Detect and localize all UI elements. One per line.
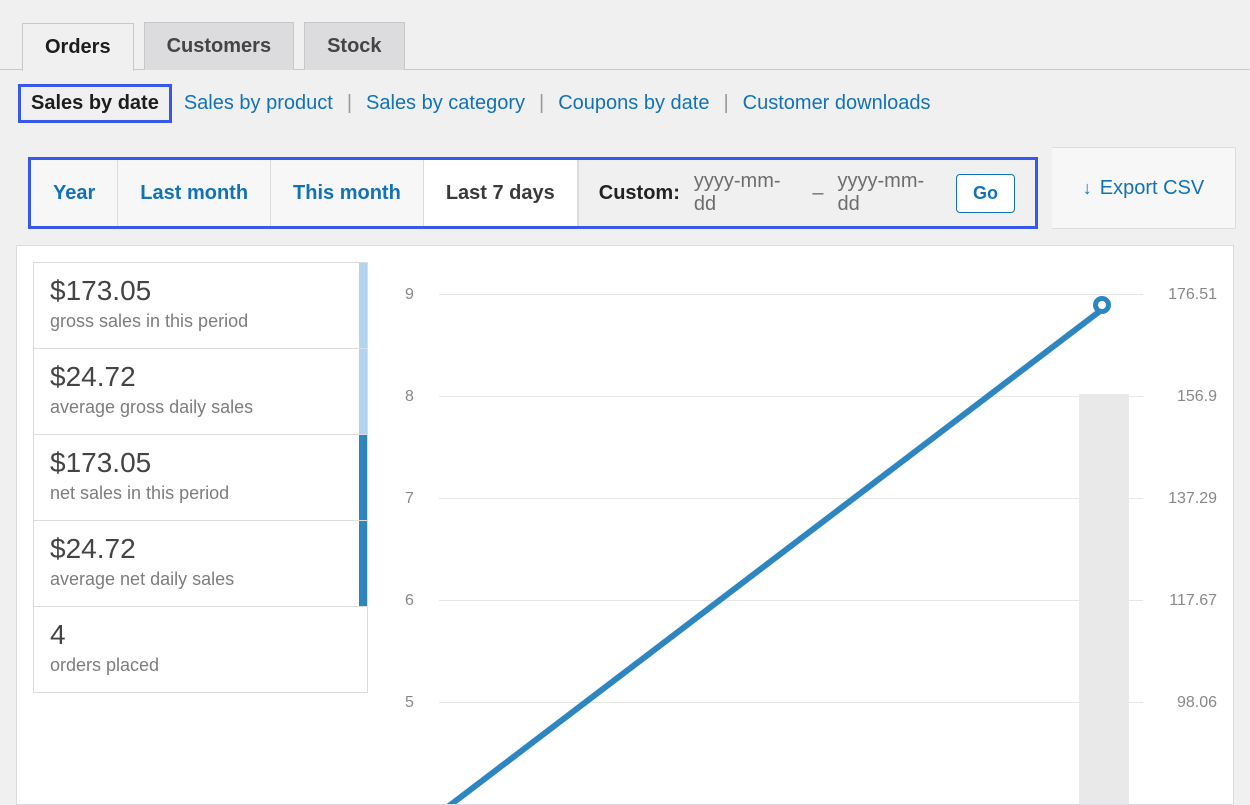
export-csv-label: Export CSV xyxy=(1100,177,1204,200)
stat-color-edge xyxy=(359,263,367,348)
separator: | xyxy=(723,92,728,115)
stat-orders-placed[interactable]: 4 orders placed xyxy=(33,606,368,693)
separator: | xyxy=(539,92,544,115)
custom-go-button[interactable]: Go xyxy=(956,174,1015,213)
stat-label: gross sales in this period xyxy=(50,311,351,332)
range-custom: Custom: yyyy-mm-dd – yyyy-mm-dd Go xyxy=(578,160,1035,226)
custom-to-input[interactable]: yyyy-mm-dd xyxy=(838,170,943,216)
custom-dash: – xyxy=(812,182,823,205)
stat-value: $24.72 xyxy=(50,533,351,565)
export-cell: ↓ Export CSV xyxy=(1052,147,1236,229)
stat-color-edge xyxy=(359,521,367,606)
report-panel: $173.05 gross sales in this period $24.7… xyxy=(16,245,1234,805)
stat-color-edge xyxy=(359,435,367,520)
chart-point-last xyxy=(1093,296,1111,314)
tab-orders[interactable]: Orders xyxy=(22,23,134,71)
y-right-tick: 156.9 xyxy=(1177,388,1217,406)
stat-label: orders placed xyxy=(50,655,351,676)
subnav-sales-by-product[interactable]: Sales by product xyxy=(180,90,337,117)
stat-label: average net daily sales xyxy=(50,569,351,590)
chart-area: 9 176.51 8 156.9 7 137.29 6 117.67 5 98.… xyxy=(389,246,1233,804)
report-subnav: Sales by date Sales by product | Sales b… xyxy=(0,70,1250,137)
stat-color-edge xyxy=(359,349,367,434)
stats-column: $173.05 gross sales in this period $24.7… xyxy=(17,246,369,804)
stat-avg-net-daily[interactable]: $24.72 average net daily sales xyxy=(33,520,368,607)
date-range-selector: Year Last month This month Last 7 days C… xyxy=(28,157,1038,229)
stat-value: $24.72 xyxy=(50,361,351,393)
subnav-customer-downloads[interactable]: Customer downloads xyxy=(739,90,935,117)
y-right-tick: 137.29 xyxy=(1168,490,1217,508)
y-right-tick: 98.06 xyxy=(1177,694,1217,712)
range-year[interactable]: Year xyxy=(31,160,118,226)
y-right-tick: 176.51 xyxy=(1168,286,1217,304)
subnav-coupons-by-date[interactable]: Coupons by date xyxy=(554,90,713,117)
subnav-sales-by-date[interactable]: Sales by date xyxy=(18,84,172,123)
stat-avg-gross-daily[interactable]: $24.72 average gross daily sales xyxy=(33,348,368,435)
stat-value: $173.05 xyxy=(50,447,351,479)
stat-net-sales[interactable]: $173.05 net sales in this period xyxy=(33,434,368,521)
stat-value: $173.05 xyxy=(50,275,351,307)
range-last-month[interactable]: Last month xyxy=(118,160,271,226)
range-last-7-days[interactable]: Last 7 days xyxy=(424,160,578,226)
main-tabs: Orders Customers Stock xyxy=(0,0,1250,70)
custom-from-input[interactable]: yyyy-mm-dd xyxy=(694,170,799,216)
separator: | xyxy=(347,92,352,115)
stat-label: average gross daily sales xyxy=(50,397,351,418)
download-icon: ↓ xyxy=(1083,178,1092,199)
y-right-tick: 117.67 xyxy=(1169,592,1217,610)
tab-stock[interactable]: Stock xyxy=(304,22,404,70)
custom-label: Custom: xyxy=(599,182,680,205)
tab-customers[interactable]: Customers xyxy=(144,22,294,70)
export-csv-link[interactable]: ↓ Export CSV xyxy=(1083,177,1204,200)
chart-line-sales xyxy=(389,246,1149,805)
stat-gross-sales[interactable]: $173.05 gross sales in this period xyxy=(33,262,368,349)
subnav-sales-by-category[interactable]: Sales by category xyxy=(362,90,529,117)
stat-label: net sales in this period xyxy=(50,483,351,504)
stat-value: 4 xyxy=(50,619,351,651)
range-this-month[interactable]: This month xyxy=(271,160,424,226)
